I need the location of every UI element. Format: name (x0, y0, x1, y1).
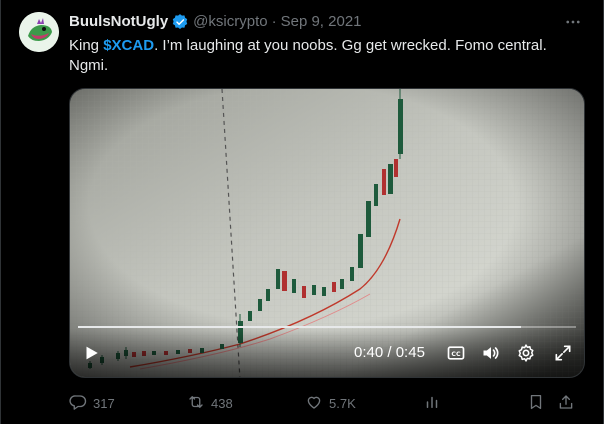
video-progress-bar[interactable] (78, 326, 576, 328)
video-player[interactable]: 0:40 / 0:45 CC (69, 88, 585, 378)
tweet-actions: 317 438 5.7K (69, 392, 589, 414)
retweet-icon (187, 393, 205, 414)
gear-icon[interactable] (515, 342, 537, 364)
analytics-icon (423, 393, 441, 414)
duration: 0:45 (395, 344, 425, 361)
like-count: 5.7K (329, 395, 356, 411)
author-handle[interactable]: @ksicrypto (193, 12, 267, 32)
views-button[interactable] (423, 393, 527, 414)
reply-icon (69, 393, 87, 414)
avatar[interactable] (19, 12, 59, 52)
tweet-card[interactable]: BuulsNotUgly @ksicrypto · Sep 9, 2021 Ki… (0, 0, 604, 424)
separator-dot: · (271, 13, 277, 30)
reply-button[interactable]: 317 (69, 393, 187, 414)
cashtag-link[interactable]: $XCAD (103, 37, 154, 54)
retweet-count: 438 (211, 395, 233, 411)
bookmark-icon (527, 393, 545, 414)
share-button[interactable] (557, 393, 579, 414)
play-icon[interactable] (80, 342, 102, 364)
heart-icon (305, 393, 323, 414)
verified-badge-icon (171, 13, 189, 31)
video-time: 0:40 / 0:45 (354, 343, 425, 363)
fullscreen-icon[interactable] (552, 342, 574, 364)
tweet-text-prefix: King (69, 37, 104, 54)
tweet-header: BuulsNotUgly @ksicrypto · Sep 9, 2021 (69, 12, 583, 32)
bookmark-button[interactable] (527, 393, 557, 414)
author-name[interactable]: BuulsNotUgly (69, 12, 168, 32)
tweet-text: King $XCAD. I’m laughing at you noobs. G… (69, 36, 579, 76)
video-controls: 0:40 / 0:45 CC (70, 329, 584, 377)
video-progress-fill (78, 326, 522, 328)
reply-count: 317 (93, 395, 115, 411)
retweet-button[interactable]: 438 (187, 393, 305, 414)
time-separator: / (383, 344, 396, 361)
more-dots-icon[interactable] (563, 12, 583, 32)
captions-icon[interactable]: CC (445, 342, 467, 364)
share-icon (557, 393, 575, 414)
current-time: 0:40 (354, 344, 384, 361)
volume-icon[interactable] (480, 342, 502, 364)
like-button[interactable]: 5.7K (305, 393, 423, 414)
svg-text:CC: CC (451, 351, 461, 358)
tweet-date[interactable]: Sep 9, 2021 (281, 12, 362, 32)
